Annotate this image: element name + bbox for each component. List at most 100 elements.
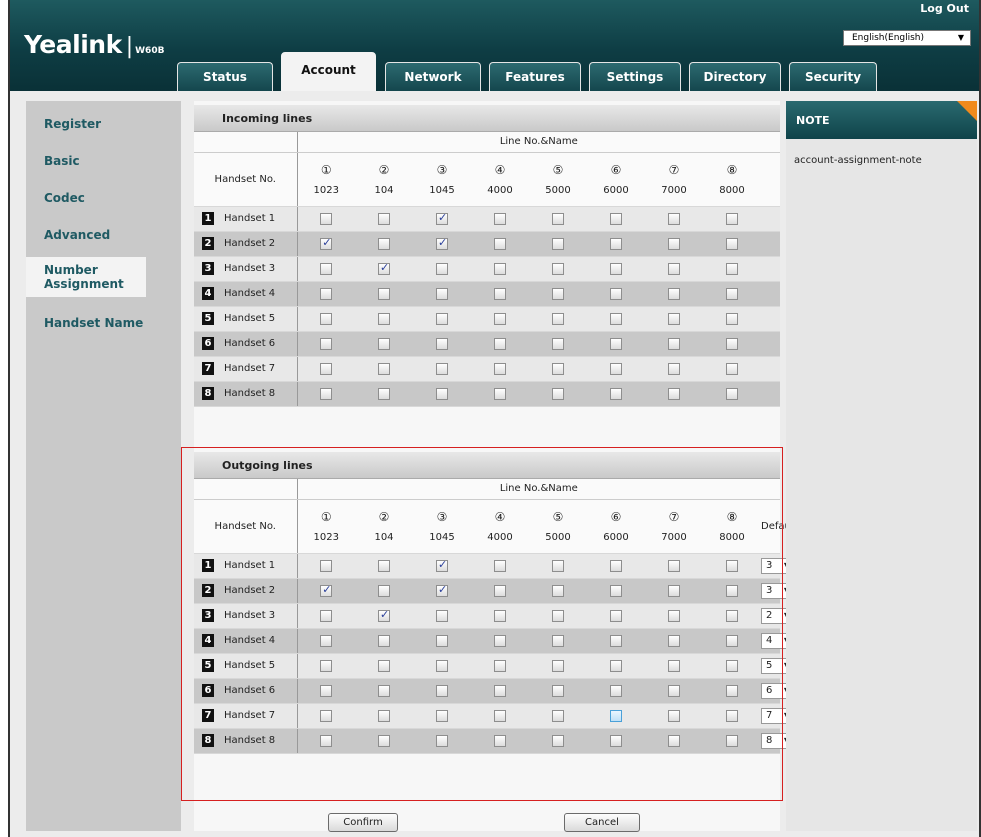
line-checkbox[interactable] (378, 684, 390, 697)
line-checkbox[interactable] (378, 584, 390, 597)
line-checkbox[interactable] (494, 684, 506, 697)
line-checkbox[interactable] (320, 684, 333, 697)
line-checkbox[interactable] (378, 362, 390, 375)
line-checkbox[interactable] (610, 312, 622, 325)
line-checkbox[interactable] (552, 337, 564, 350)
line-checkbox[interactable] (668, 362, 680, 375)
line-checkbox[interactable] (436, 558, 448, 572)
line-checkbox[interactable] (726, 709, 738, 722)
line-checkbox[interactable] (494, 559, 506, 572)
line-checkbox[interactable] (668, 312, 680, 325)
line-checkbox[interactable] (320, 212, 333, 225)
line-checkbox[interactable] (494, 287, 506, 300)
line-checkbox[interactable] (378, 709, 390, 722)
line-checkbox[interactable] (726, 212, 738, 225)
line-checkbox[interactable] (436, 609, 448, 622)
line-checkbox[interactable] (378, 312, 390, 325)
line-checkbox[interactable] (668, 387, 680, 400)
sidebar-item-register[interactable]: Register (26, 117, 181, 131)
line-checkbox[interactable] (726, 734, 738, 747)
line-checkbox[interactable] (726, 262, 738, 275)
line-checkbox[interactable] (436, 362, 448, 375)
line-checkbox[interactable] (668, 584, 680, 597)
tab-features[interactable]: Features (489, 62, 581, 91)
line-checkbox[interactable] (320, 262, 333, 275)
line-checkbox[interactable] (552, 659, 564, 672)
line-checkbox[interactable] (494, 337, 506, 350)
line-checkbox[interactable] (610, 559, 622, 572)
line-checkbox[interactable] (494, 237, 506, 250)
line-checkbox[interactable] (494, 609, 506, 622)
line-checkbox[interactable] (668, 609, 680, 622)
line-checkbox[interactable] (436, 684, 448, 697)
line-checkbox[interactable] (726, 559, 738, 572)
line-checkbox[interactable] (726, 287, 738, 300)
line-checkbox[interactable] (494, 659, 506, 672)
line-checkbox[interactable] (668, 559, 680, 572)
line-checkbox[interactable] (668, 212, 680, 225)
line-checkbox[interactable] (668, 659, 680, 672)
line-checkbox[interactable] (610, 237, 622, 250)
line-checkbox[interactable] (726, 634, 738, 647)
line-checkbox[interactable] (320, 287, 333, 300)
line-checkbox[interactable] (436, 734, 448, 747)
line-checkbox[interactable] (436, 634, 448, 647)
line-checkbox[interactable] (610, 609, 622, 622)
line-checkbox[interactable] (552, 312, 564, 325)
line-checkbox[interactable] (726, 337, 738, 350)
tab-security[interactable]: Security (789, 62, 877, 91)
sidebar-item-handset-name[interactable]: Handset Name (26, 316, 181, 330)
line-checkbox[interactable] (378, 212, 390, 225)
line-checkbox[interactable] (378, 337, 390, 350)
line-checkbox[interactable] (610, 337, 622, 350)
line-checkbox[interactable] (610, 362, 622, 375)
line-checkbox[interactable] (668, 634, 680, 647)
tab-settings[interactable]: Settings (589, 62, 681, 91)
line-checkbox[interactable] (378, 237, 390, 250)
line-checkbox[interactable] (320, 734, 333, 747)
line-checkbox[interactable] (320, 709, 333, 722)
line-checkbox[interactable] (320, 609, 333, 622)
line-checkbox[interactable] (494, 262, 506, 275)
line-checkbox[interactable] (378, 387, 390, 400)
line-checkbox[interactable] (378, 261, 390, 275)
line-checkbox[interactable] (668, 337, 680, 350)
line-checkbox[interactable] (552, 634, 564, 647)
line-checkbox[interactable] (320, 236, 333, 250)
line-checkbox[interactable] (552, 584, 564, 597)
line-checkbox[interactable] (378, 734, 390, 747)
line-checkbox[interactable] (494, 709, 506, 722)
line-checkbox[interactable] (494, 634, 506, 647)
line-checkbox[interactable] (610, 684, 622, 697)
line-checkbox[interactable] (552, 684, 564, 697)
line-checkbox[interactable] (610, 212, 622, 225)
line-checkbox[interactable] (494, 212, 506, 225)
line-checkbox[interactable] (668, 684, 680, 697)
line-checkbox[interactable] (610, 584, 622, 597)
line-checkbox[interactable] (320, 559, 333, 572)
line-checkbox[interactable] (320, 312, 333, 325)
tab-account[interactable]: Account (281, 52, 376, 91)
language-select[interactable]: English(English) ▼ (843, 30, 971, 46)
line-checkbox[interactable] (726, 684, 738, 697)
line-checkbox[interactable] (436, 312, 448, 325)
cancel-button[interactable]: Cancel (564, 813, 640, 832)
line-checkbox[interactable] (436, 709, 448, 722)
line-checkbox[interactable] (320, 659, 333, 672)
line-checkbox[interactable] (552, 212, 564, 225)
line-checkbox[interactable] (378, 659, 390, 672)
line-checkbox[interactable] (320, 387, 333, 400)
tab-network[interactable]: Network (385, 62, 481, 91)
confirm-button[interactable]: Confirm (328, 813, 398, 832)
line-checkbox[interactable] (320, 362, 333, 375)
line-checkbox[interactable] (610, 634, 622, 647)
line-checkbox[interactable] (668, 734, 680, 747)
line-checkbox[interactable] (552, 362, 564, 375)
line-checkbox[interactable] (610, 387, 622, 400)
line-checkbox[interactable] (494, 584, 506, 597)
sidebar-item-codec[interactable]: Codec (26, 191, 181, 205)
line-checkbox[interactable] (378, 287, 390, 300)
sidebar-item-advanced[interactable]: Advanced (26, 228, 181, 242)
line-checkbox[interactable] (552, 709, 564, 722)
line-checkbox[interactable] (552, 387, 564, 400)
